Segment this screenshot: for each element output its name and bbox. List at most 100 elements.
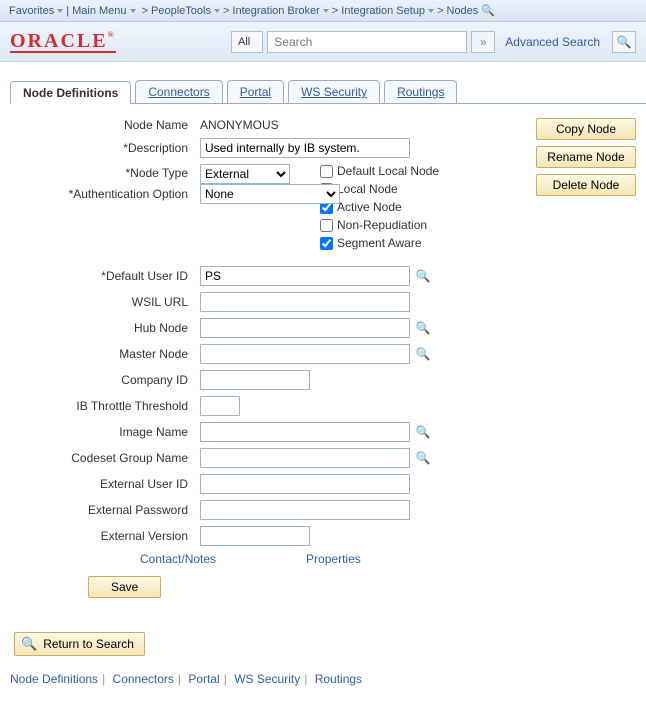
- favorites-label: Favorites: [9, 5, 54, 17]
- chk-segment-aware-input[interactable]: [320, 237, 333, 250]
- search-button[interactable]: »: [471, 31, 495, 53]
- breadcrumb[interactable]: PeopleTools: [148, 5, 223, 17]
- label-ib-throttle: IB Throttle Threshold: [10, 399, 200, 413]
- lookup-icon[interactable]: 🔍: [414, 449, 432, 467]
- advanced-search-link[interactable]: Advanced Search: [505, 35, 600, 49]
- return-wrap: 🔍 Return to Search: [14, 632, 646, 656]
- label-ext-pass: External Password: [10, 503, 200, 517]
- foot-ws-security[interactable]: WS Security: [234, 672, 300, 686]
- chk-non-repudiation-input[interactable]: [320, 219, 333, 232]
- chk-label: Non-Repudiation: [337, 218, 427, 232]
- chk-segment-aware[interactable]: Segment Aware: [320, 236, 439, 250]
- label-node-name: Node Name: [10, 118, 200, 132]
- label-master: Master Node: [10, 347, 200, 361]
- oracle-logo: ORACLE®: [10, 30, 116, 53]
- label-hub: Hub Node: [10, 321, 200, 335]
- chevron-down-icon: [428, 9, 434, 13]
- label-wsil: WSIL URL: [10, 295, 200, 309]
- scope-label: All: [238, 36, 250, 48]
- chk-default-local[interactable]: Default Local Node: [320, 164, 439, 178]
- label-auth-option: *Authentication Option: [10, 187, 200, 201]
- label-codeset: Codeset Group Name: [10, 451, 200, 465]
- search-input[interactable]: [267, 31, 467, 53]
- contact-notes-link[interactable]: Contact/Notes: [140, 552, 216, 566]
- label-company: Company ID: [10, 373, 200, 387]
- lookup-icon[interactable]: 🔍: [414, 345, 432, 363]
- delete-node-button[interactable]: Delete Node: [536, 174, 636, 196]
- breadcrumb[interactable]: Nodes 🔍: [444, 4, 499, 17]
- ext-pass-input[interactable]: [200, 500, 410, 520]
- properties-link[interactable]: Properties: [306, 552, 361, 566]
- label-default-user: *Default User ID: [10, 269, 200, 283]
- description-input[interactable]: [200, 138, 410, 158]
- foot-node-definitions[interactable]: Node Definitions: [10, 672, 98, 686]
- ext-user-input[interactable]: [200, 474, 410, 494]
- search-scope-select[interactable]: All: [231, 31, 263, 53]
- label-ext-ver: External Version: [10, 529, 200, 543]
- chk-label: Active Node: [337, 200, 402, 214]
- tab-ws-security[interactable]: WS Security: [288, 80, 380, 103]
- label-node-type: *Node Type: [10, 164, 200, 180]
- search-icon: 🔍: [617, 35, 632, 49]
- tab-node-definitions[interactable]: Node Definitions: [10, 81, 131, 104]
- main-menu[interactable]: Main Menu: [69, 5, 138, 17]
- tab-row: Node Definitions Connectors Portal WS Se…: [10, 80, 646, 104]
- chk-label: Segment Aware: [337, 236, 422, 250]
- crumb-label: Integration Setup: [341, 5, 425, 17]
- form-column: Node Name ANONYMOUS *Description *Node T…: [10, 118, 526, 598]
- favorites-menu[interactable]: Favorites: [6, 5, 66, 17]
- mainmenu-label: Main Menu: [72, 5, 126, 17]
- rename-node-button[interactable]: Rename Node: [536, 146, 636, 168]
- chk-label: Local Node: [337, 182, 398, 196]
- foot-routings[interactable]: Routings: [315, 672, 362, 686]
- return-icon: 🔍: [21, 636, 37, 652]
- chk-label: Default Local Node: [337, 164, 439, 178]
- value-node-name: ANONYMOUS: [200, 118, 279, 132]
- company-input[interactable]: [200, 370, 310, 390]
- tab-portal[interactable]: Portal: [227, 80, 284, 103]
- copy-node-button[interactable]: Copy Node: [536, 118, 636, 140]
- checkbox-column: Default Local Node Local Node Active Nod…: [320, 164, 439, 250]
- chevron-down-icon: [323, 9, 329, 13]
- search-icon: 🔍: [481, 4, 495, 17]
- foot-portal[interactable]: Portal: [188, 672, 219, 686]
- return-to-search-button[interactable]: 🔍 Return to Search: [14, 632, 145, 656]
- chk-default-local-input[interactable]: [320, 165, 333, 178]
- foot-connectors[interactable]: Connectors: [113, 672, 174, 686]
- label-description: *Description: [10, 141, 200, 155]
- tab-connectors[interactable]: Connectors: [135, 80, 222, 103]
- codeset-input[interactable]: [200, 448, 410, 468]
- lookup-icon[interactable]: 🔍: [414, 267, 432, 285]
- ib-throttle-input[interactable]: [200, 396, 240, 416]
- hub-input[interactable]: [200, 318, 410, 338]
- wsil-input[interactable]: [200, 292, 410, 312]
- chk-non-repudiation[interactable]: Non-Repudiation: [320, 218, 439, 232]
- crumb-label: PeopleTools: [151, 5, 211, 17]
- header: ORACLE® All » Advanced Search 🔍: [0, 22, 646, 62]
- crumb-label: Nodes: [447, 5, 479, 17]
- auth-option-select[interactable]: None: [200, 184, 340, 204]
- double-chevron-icon: »: [480, 35, 487, 49]
- chevron-down-icon: [130, 9, 136, 13]
- logo-text: ORACLE: [10, 30, 108, 52]
- lookup-icon[interactable]: 🔍: [414, 423, 432, 441]
- master-input[interactable]: [200, 344, 410, 364]
- ext-ver-input[interactable]: [200, 526, 310, 546]
- link-row: Contact/Notes Properties: [10, 552, 526, 566]
- tab-routings[interactable]: Routings: [384, 80, 457, 103]
- content: Node Name ANONYMOUS *Description *Node T…: [0, 104, 646, 608]
- image-name-input[interactable]: [200, 422, 410, 442]
- label-ext-user: External User ID: [10, 477, 200, 491]
- breadcrumb[interactable]: Integration Setup: [338, 5, 437, 17]
- label-image-name: Image Name: [10, 425, 200, 439]
- breadcrumb[interactable]: Integration Broker: [229, 5, 331, 17]
- lookup-icon[interactable]: 🔍: [414, 319, 432, 337]
- action-button-column: Copy Node Rename Node Delete Node: [526, 118, 636, 598]
- node-type-select[interactable]: External: [200, 164, 290, 184]
- default-user-input[interactable]: [200, 266, 410, 286]
- top-nav: Favorites | Main Menu > PeopleTools > In…: [0, 0, 646, 22]
- save-button[interactable]: Save: [88, 576, 161, 598]
- global-search-icon-button[interactable]: 🔍: [612, 31, 636, 53]
- chevron-down-icon: [214, 9, 220, 13]
- crumb-label: Integration Broker: [232, 5, 319, 17]
